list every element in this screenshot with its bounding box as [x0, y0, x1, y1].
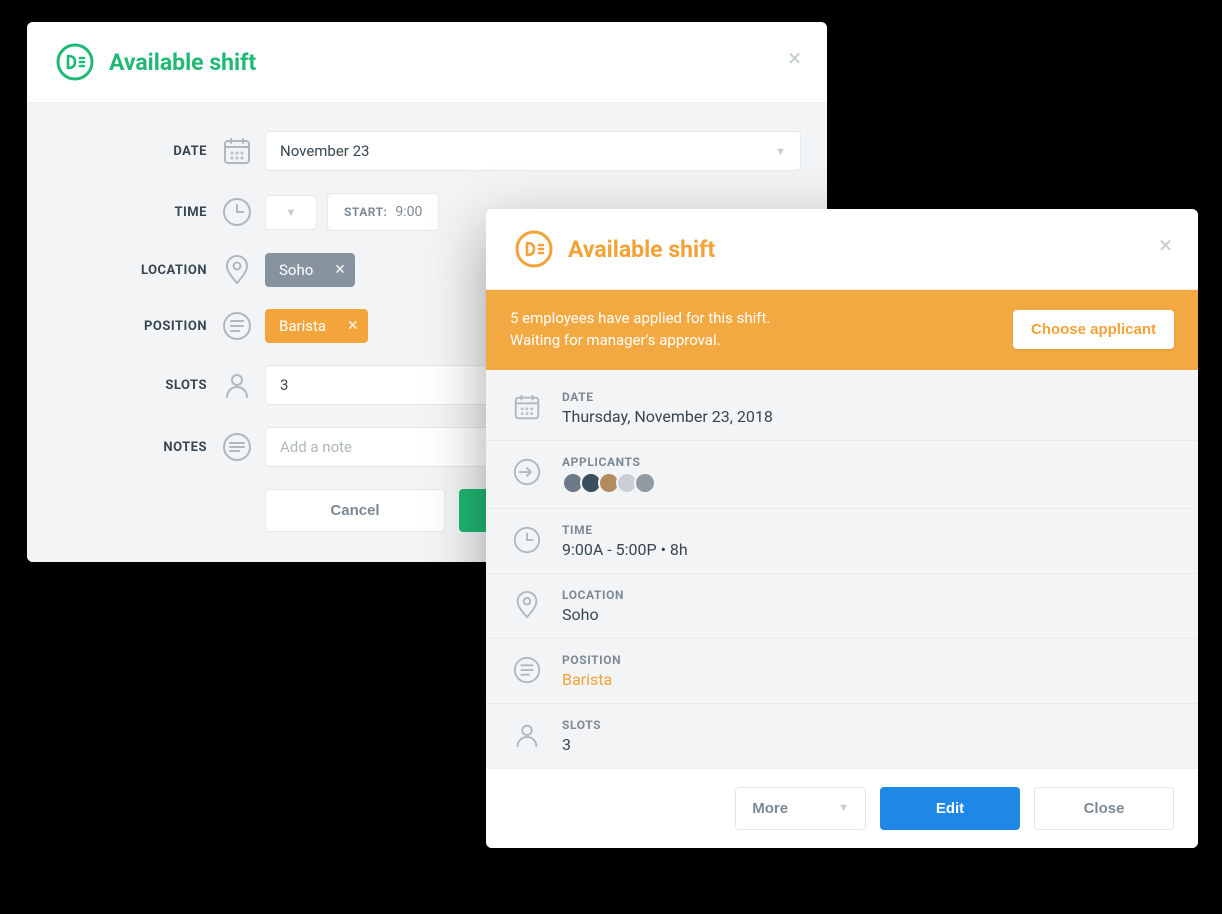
- position-icon: [512, 655, 542, 685]
- start-prefix: START:: [344, 205, 387, 219]
- notes-placeholder: Add a note: [280, 438, 352, 456]
- detail-row-date: DATE Thursday, November 23, 2018: [486, 376, 1198, 441]
- person-icon: [221, 369, 253, 401]
- details-modal-title: Available shift: [568, 236, 715, 263]
- time-value: 9:00A - 5:00P • 8h: [562, 540, 688, 559]
- detail-row-location: LOCATION Soho: [486, 574, 1198, 639]
- date-select[interactable]: November 23 ▼: [265, 131, 801, 171]
- details-modal-header: Available shift ×: [486, 209, 1198, 290]
- clock-icon: [221, 196, 253, 228]
- chevron-down-icon: ▼: [775, 145, 786, 158]
- more-button[interactable]: More ▼: [735, 787, 866, 830]
- avatar[interactable]: [634, 472, 656, 494]
- choose-applicant-button[interactable]: Choose applicant: [1013, 310, 1174, 349]
- time-preset-select[interactable]: ▼: [265, 195, 317, 230]
- detail-row-applicants: APPLICANTS: [486, 441, 1198, 509]
- banner-line-2: Waiting for manager's approval.: [510, 330, 770, 352]
- app-logo-icon: [514, 229, 554, 269]
- location-label: LOCATION: [27, 263, 207, 278]
- time-label: TIME: [562, 523, 688, 537]
- slots-label: SLOTS: [27, 378, 207, 393]
- remove-tag-icon[interactable]: ×: [335, 261, 345, 279]
- position-label: POSITION: [562, 653, 621, 667]
- approval-banner: 5 employees have applied for this shift.…: [486, 290, 1198, 370]
- location-label: LOCATION: [562, 588, 624, 602]
- close-icon[interactable]: ×: [1159, 233, 1172, 257]
- banner-line-1: 5 employees have applied for this shift.: [510, 308, 770, 330]
- app-logo-icon: [55, 42, 95, 82]
- location-tag-text: Soho: [279, 261, 313, 279]
- details-footer: More ▼ Edit Close: [486, 768, 1198, 848]
- date-value: November 23: [280, 142, 369, 160]
- row-date: DATE November 23 ▼: [27, 131, 801, 171]
- detail-row-slots: SLOTS 3: [486, 704, 1198, 768]
- position-label: POSITION: [27, 319, 207, 334]
- notes-icon: [221, 431, 253, 463]
- form-modal-header: Available shift ×: [27, 22, 827, 103]
- applicant-avatars[interactable]: [562, 472, 656, 494]
- edit-button[interactable]: Edit: [880, 787, 1020, 830]
- location-pin-icon: [221, 254, 253, 286]
- slots-value: 3: [280, 376, 288, 394]
- detail-row-position: POSITION Barista: [486, 639, 1198, 704]
- slots-label: SLOTS: [562, 718, 601, 732]
- position-tag-text: Barista: [279, 317, 326, 335]
- notes-label: NOTES: [27, 440, 207, 455]
- chevron-down-icon: ▼: [838, 802, 849, 814]
- location-value: Soho: [562, 605, 624, 624]
- chevron-down-icon: ▼: [286, 206, 297, 219]
- cancel-button[interactable]: Cancel: [265, 489, 445, 532]
- slots-value: 3: [562, 735, 601, 754]
- banner-message: 5 employees have applied for this shift.…: [510, 308, 770, 352]
- position-icon: [221, 310, 253, 342]
- start-time-input[interactable]: START: 9:00: [327, 193, 439, 231]
- details-body: DATE Thursday, November 23, 2018 APPLICA…: [486, 370, 1198, 768]
- date-label: DATE: [27, 144, 207, 159]
- close-icon[interactable]: ×: [788, 46, 801, 70]
- date-value: Thursday, November 23, 2018: [562, 407, 773, 426]
- more-label: More: [752, 800, 788, 817]
- start-value: 9:00: [395, 204, 422, 220]
- remove-tag-icon[interactable]: ×: [348, 317, 358, 335]
- applicants-icon: [512, 457, 542, 487]
- date-label: DATE: [562, 390, 773, 404]
- applicants-label: APPLICANTS: [562, 455, 656, 469]
- detail-row-time: TIME 9:00A - 5:00P • 8h: [486, 509, 1198, 574]
- time-label: TIME: [27, 205, 207, 220]
- form-modal-title: Available shift: [109, 49, 256, 76]
- position-value: Barista: [562, 670, 621, 689]
- clock-icon: [512, 525, 542, 555]
- close-button[interactable]: Close: [1034, 787, 1174, 830]
- person-icon: [512, 720, 542, 750]
- position-tag[interactable]: Barista ×: [265, 309, 368, 343]
- available-shift-details-modal: Available shift × 5 employees have appli…: [486, 209, 1198, 848]
- location-pin-icon: [512, 590, 542, 620]
- location-tag[interactable]: Soho ×: [265, 253, 355, 287]
- calendar-icon: [512, 392, 542, 422]
- calendar-icon: [221, 135, 253, 167]
